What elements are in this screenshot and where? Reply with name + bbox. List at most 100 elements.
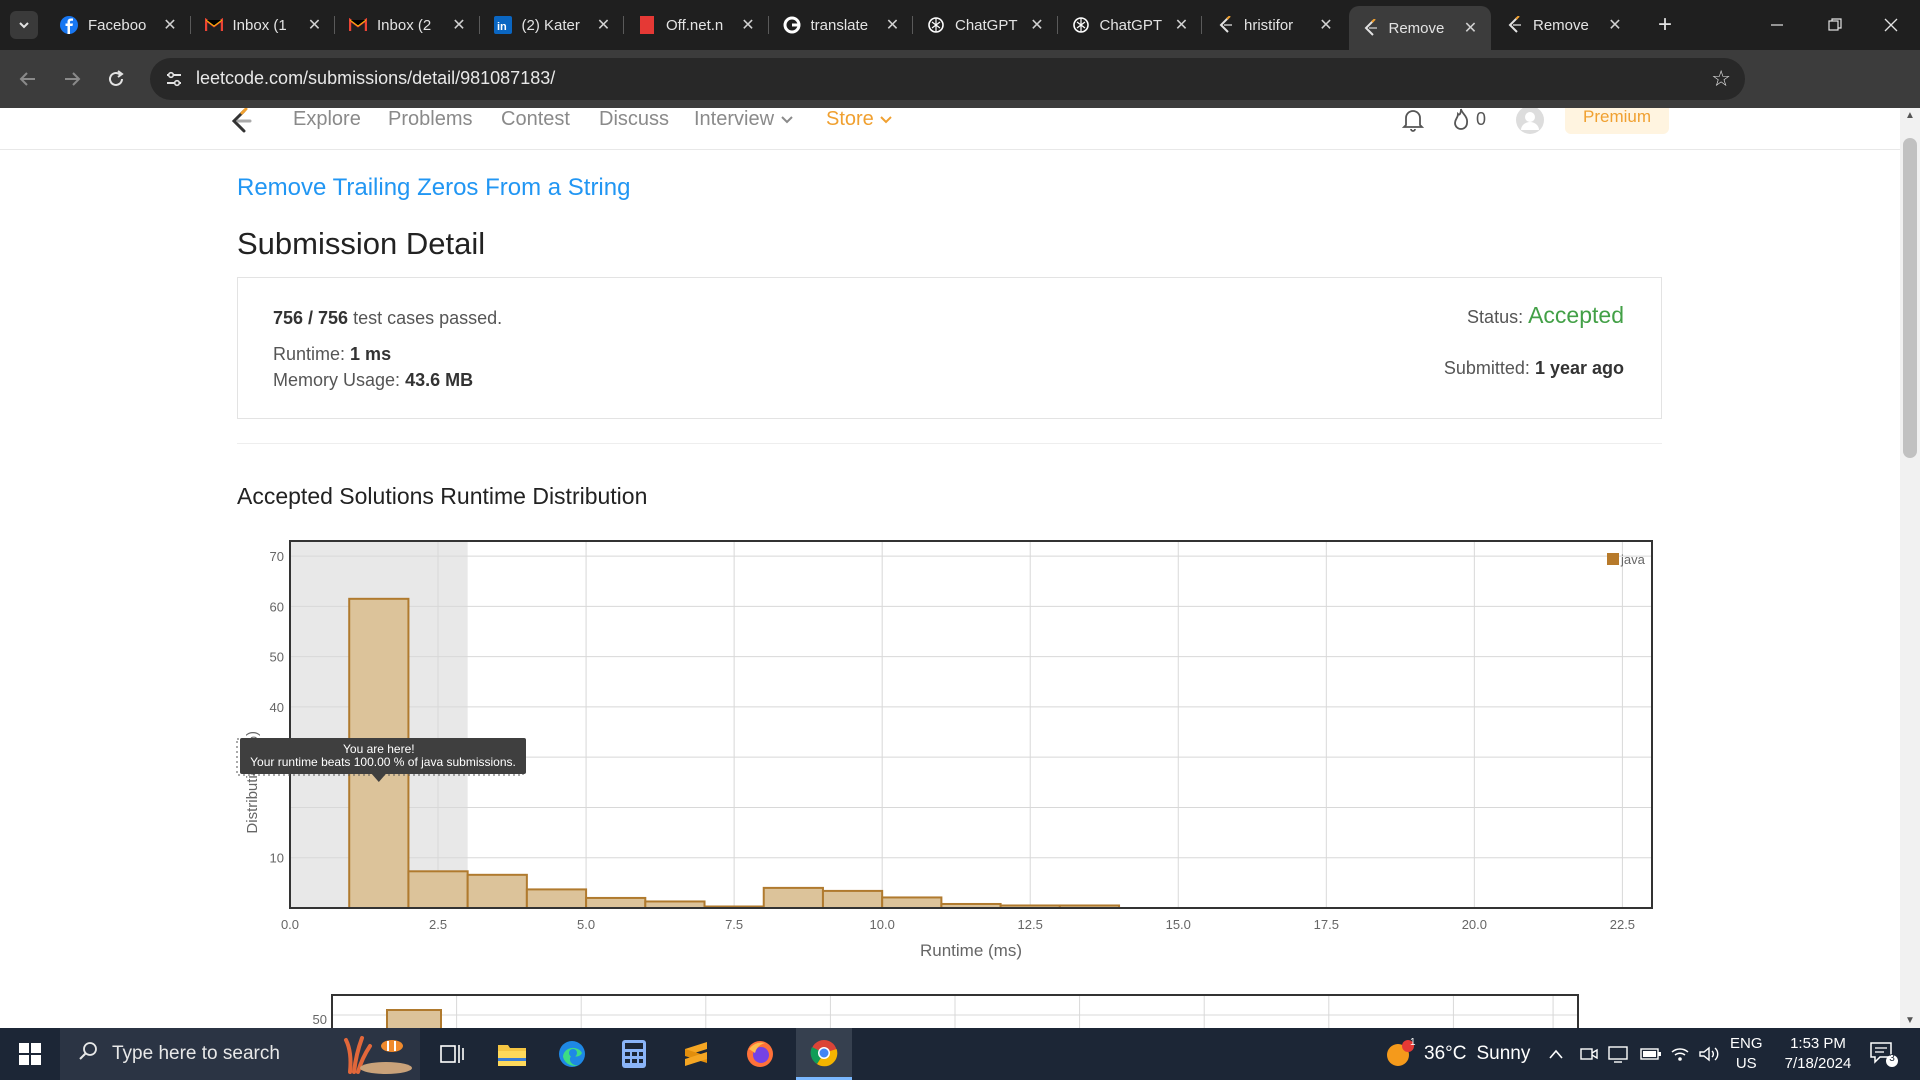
- close-tab-icon[interactable]: ✕: [451, 15, 467, 35]
- close-tab-icon[interactable]: ✕: [596, 15, 612, 35]
- x-tick-label: 15.0: [1166, 917, 1191, 932]
- scroll-up-arrow[interactable]: ▲: [1904, 110, 1916, 121]
- browser-tab[interactable]: Remove ✕: [1348, 6, 1491, 50]
- back-button[interactable]: [12, 63, 44, 95]
- openai-icon: [1072, 16, 1090, 34]
- browser-tab[interactable]: translate ✕: [771, 8, 913, 42]
- notification-count: 3: [1889, 1053, 1895, 1064]
- address-bar[interactable]: leetcode.com/submissions/detail/98108718…: [150, 58, 1745, 100]
- clock-date: 7/18/2024: [1784, 1055, 1852, 1072]
- y-tick-label: 10: [270, 851, 284, 866]
- x-tick-label: 22.5: [1610, 917, 1635, 932]
- submitted-value: 1 year ago: [1534, 358, 1624, 378]
- tab-title: hristifor: [1244, 16, 1294, 34]
- histogram-bar: [407, 870, 469, 909]
- close-window-button[interactable]: [1862, 0, 1920, 50]
- language-indicator[interactable]: ENG US: [1730, 1034, 1763, 1074]
- task-view-button[interactable]: [424, 1028, 480, 1080]
- close-tab-icon[interactable]: ✕: [162, 15, 178, 35]
- user-avatar[interactable]: [1516, 108, 1544, 134]
- nav-explore[interactable]: Explore: [293, 108, 361, 131]
- minimize-icon: [1771, 24, 1783, 26]
- weather-badge: 1: [1410, 1037, 1416, 1048]
- site-info-icon[interactable]: [162, 67, 186, 91]
- edge-app[interactable]: [544, 1028, 600, 1080]
- browser-tab[interactable]: hristifor ✕: [1204, 8, 1346, 42]
- weather-widget[interactable]: 36°C Sunny: [1384, 1028, 1530, 1080]
- reload-button[interactable]: [100, 63, 132, 95]
- pdf-icon: [638, 16, 656, 34]
- tab-separator: [623, 16, 624, 34]
- task-view-icon: [440, 1045, 464, 1063]
- leetcode-logo-icon[interactable]: [228, 108, 254, 134]
- scroll-down-arrow[interactable]: ▼: [1904, 1015, 1916, 1026]
- browser-tab[interactable]: Inbox (2 ✕: [337, 8, 479, 42]
- x-tick-label: 17.5: [1314, 917, 1339, 932]
- tab-separator: [912, 16, 913, 34]
- close-tab-icon[interactable]: ✕: [1463, 18, 1479, 38]
- close-tab-icon[interactable]: ✕: [1318, 15, 1334, 35]
- firefox-icon: [747, 1041, 773, 1067]
- notification-center-button[interactable]: 3: [1868, 1040, 1900, 1068]
- bookmark-star-icon[interactable]: ☆: [1711, 66, 1731, 92]
- nav-interview-label: Interview: [694, 108, 775, 130]
- firefox-app[interactable]: [732, 1028, 788, 1080]
- start-button[interactable]: [0, 1028, 60, 1080]
- tab-separator: [334, 16, 335, 34]
- bell-icon[interactable]: [1402, 108, 1424, 132]
- x-tick-label: 5.0: [577, 917, 595, 932]
- volume-icon[interactable]: [1698, 1028, 1720, 1080]
- browser-tab[interactable]: Inbox (1 ✕: [193, 8, 335, 42]
- close-tab-icon[interactable]: ✕: [740, 15, 756, 35]
- tab-separator: [189, 16, 191, 34]
- browser-tab[interactable]: ChatGPT ✕: [1060, 8, 1202, 42]
- windows-taskbar: Type here to search 36°C Sunny 1 ENG US …: [0, 1028, 1920, 1080]
- nav-discuss[interactable]: Discuss: [599, 108, 669, 131]
- scrollbar-thumb[interactable]: [1903, 138, 1917, 458]
- tab-search-button[interactable]: [10, 11, 38, 39]
- browser-tab[interactable]: ChatGPT ✕: [915, 8, 1057, 42]
- meet-now-icon[interactable]: [1580, 1028, 1598, 1080]
- system-clock[interactable]: 1:53 PM 7/18/2024: [1772, 1034, 1864, 1074]
- calculator-app[interactable]: [606, 1028, 662, 1080]
- file-explorer-app[interactable]: [484, 1028, 540, 1080]
- x-tick-label: 0.0: [281, 917, 299, 932]
- distribution-title: Accepted Solutions Runtime Distribution: [237, 483, 648, 509]
- plot-frame: [289, 540, 1653, 909]
- tab-title: ChatGPT: [955, 16, 1018, 34]
- battery-icon[interactable]: [1640, 1028, 1662, 1080]
- taskbar-search[interactable]: Type here to search: [60, 1028, 420, 1080]
- browser-tab[interactable]: Remove ✕: [1493, 8, 1635, 42]
- close-tab-icon[interactable]: ✕: [1029, 15, 1045, 35]
- nav-store[interactable]: Store: [826, 108, 893, 131]
- sublime-app[interactable]: [668, 1028, 724, 1080]
- browser-tab[interactable]: Off.net.n ✕: [626, 8, 768, 42]
- memory-row: Memory Usage: 43.6 MB: [273, 370, 473, 391]
- close-tab-icon[interactable]: ✕: [307, 15, 323, 35]
- restore-button[interactable]: [1806, 0, 1864, 50]
- chrome-app[interactable]: [796, 1028, 852, 1080]
- display-icon[interactable]: [1608, 1028, 1628, 1080]
- reload-icon: [109, 70, 124, 86]
- nav-problems[interactable]: Problems: [388, 108, 472, 131]
- premium-button[interactable]: Premium: [1565, 108, 1669, 134]
- nav-interview[interactable]: Interview: [694, 108, 794, 131]
- nav-contest[interactable]: Contest: [501, 108, 570, 131]
- streak-counter[interactable]: 0: [1452, 108, 1486, 130]
- submitted-row: Submitted: 1 year ago: [1444, 358, 1624, 379]
- browser-tab[interactable]: Faceboo ✕: [48, 8, 190, 42]
- nav-store-label: Store: [826, 108, 874, 130]
- problem-title-link[interactable]: Remove Trailing Zeros From a String: [237, 174, 630, 202]
- scrollbar[interactable]: ▲ ▼: [1900, 108, 1920, 1028]
- tooltip-title: You are here!: [343, 742, 415, 756]
- show-hidden-icons[interactable]: [1548, 1028, 1564, 1080]
- facebook-icon: [60, 16, 78, 34]
- forward-button[interactable]: [56, 63, 88, 95]
- wifi-icon[interactable]: [1670, 1028, 1690, 1080]
- new-tab-button[interactable]: +: [1650, 10, 1680, 40]
- close-tab-icon[interactable]: ✕: [1174, 15, 1190, 35]
- close-tab-icon[interactable]: ✕: [1607, 15, 1623, 35]
- close-tab-icon[interactable]: ✕: [885, 15, 901, 35]
- browser-tab[interactable]: in (2) Kater ✕: [482, 8, 624, 42]
- minimize-button[interactable]: [1748, 0, 1806, 50]
